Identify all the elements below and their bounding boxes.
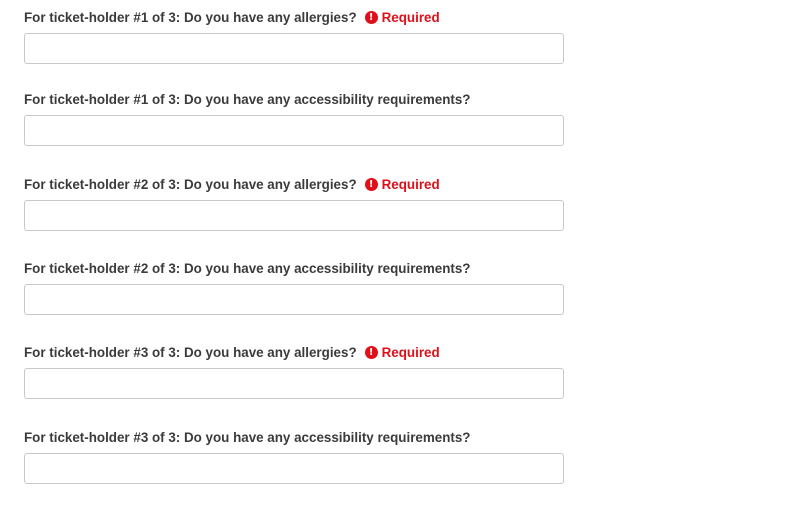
field-label: For ticket-holder #1 of 3: Do you have a… [24, 9, 357, 25]
field-label-row: For ticket-holder #1 of 3: Do you have a… [24, 89, 564, 109]
exclamation-circle-icon: ! [364, 177, 378, 191]
required-indicator: ! Required [364, 176, 440, 192]
field-label: For ticket-holder #2 of 3: Do you have a… [24, 176, 357, 192]
allergies-input-2[interactable] [24, 200, 564, 231]
field-label: For ticket-holder #1 of 3: Do you have a… [24, 91, 471, 107]
field-allergies-2: For ticket-holder #2 of 3: Do you have a… [24, 174, 564, 231]
field-label-row: For ticket-holder #3 of 3: Do you have a… [24, 427, 564, 447]
field-label-row: For ticket-holder #2 of 3: Do you have a… [24, 174, 564, 194]
allergies-input-3[interactable] [24, 368, 564, 399]
required-indicator: ! Required [364, 344, 440, 360]
field-label-row: For ticket-holder #2 of 3: Do you have a… [24, 258, 564, 278]
field-allergies-1: For ticket-holder #1 of 3: Do you have a… [24, 7, 564, 64]
exclamation-circle-icon: ! [364, 345, 378, 359]
field-label-row: For ticket-holder #3 of 3: Do you have a… [24, 342, 564, 362]
field-label: For ticket-holder #3 of 3: Do you have a… [24, 344, 357, 360]
exclamation-circle-icon: ! [364, 10, 378, 24]
accessibility-input-3[interactable] [24, 453, 564, 484]
accessibility-input-2[interactable] [24, 284, 564, 315]
required-label: Required [381, 9, 440, 25]
field-accessibility-1: For ticket-holder #1 of 3: Do you have a… [24, 89, 564, 146]
field-label: For ticket-holder #2 of 3: Do you have a… [24, 260, 471, 276]
field-label: For ticket-holder #3 of 3: Do you have a… [24, 429, 471, 445]
field-allergies-3: For ticket-holder #3 of 3: Do you have a… [24, 342, 564, 399]
required-label: Required [381, 344, 440, 360]
field-accessibility-3: For ticket-holder #3 of 3: Do you have a… [24, 427, 564, 484]
required-label: Required [381, 176, 440, 192]
allergies-input-1[interactable] [24, 33, 564, 64]
field-label-row: For ticket-holder #1 of 3: Do you have a… [24, 7, 564, 27]
required-indicator: ! Required [364, 9, 440, 25]
field-accessibility-2: For ticket-holder #2 of 3: Do you have a… [24, 258, 564, 315]
accessibility-input-1[interactable] [24, 115, 564, 146]
